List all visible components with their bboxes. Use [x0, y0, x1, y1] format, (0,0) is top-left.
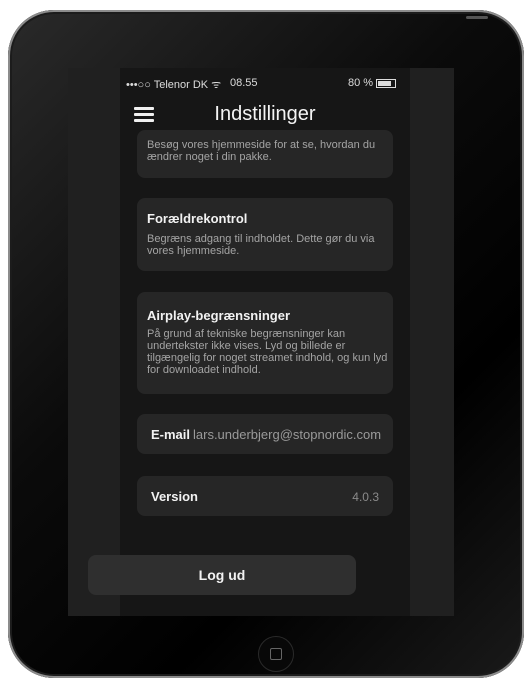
home-button-icon[interactable]	[258, 636, 294, 672]
airplay-restrictions-description: På grund af tekniske begrænsninger kan u…	[147, 328, 388, 376]
battery-percent: 80 %	[348, 77, 374, 89]
parental-control-description: Begræns adgang til indholdet. Dette gør …	[147, 233, 375, 257]
email-label: E-mail	[151, 427, 191, 442]
parental-control-card[interactable]: Forældrekontrol Begræns adgang til indho…	[137, 198, 393, 271]
home-square-icon	[270, 648, 282, 660]
clock: 08.55	[230, 77, 258, 89]
battery-icon	[376, 78, 397, 88]
logout-button[interactable]: Log ud	[88, 555, 356, 595]
status-bar: •••○○ Telenor DK ᯤ 08.55 80 %	[120, 74, 410, 92]
settings-app: •••○○ Telenor DK ᯤ 08.55 80 % Indstillin…	[120, 68, 410, 616]
ipad-screen: •••○○ Telenor DK ᯤ 08.55 80 % Indstillin…	[68, 68, 454, 616]
airplay-restrictions-heading: Airplay-begrænsninger	[147, 308, 291, 323]
version-row: Version 4.0.3	[137, 476, 393, 516]
version-value: 4.0.3	[352, 490, 379, 504]
page-title: Indstillinger	[214, 103, 316, 125]
airplay-restrictions-card: Airplay-begrænsninger På grund af teknis…	[137, 292, 393, 394]
version-label: Version	[151, 489, 198, 504]
package-info-card: Besøg vores hjemmeside for at se, hvorda…	[137, 130, 393, 178]
parental-control-heading: Forældrekontrol	[147, 211, 248, 226]
carrier-label: •••○○ Telenor DK ᯤ	[126, 79, 222, 91]
email-row: E-mail lars.underbjerg@stopnordic.com	[137, 414, 393, 454]
battery-status: 80 %	[348, 77, 397, 89]
sleep-button	[466, 16, 488, 19]
email-value: lars.underbjerg@stopnordic.com	[193, 427, 382, 442]
package-info-description: Besøg vores hjemmeside for at se, hvorda…	[147, 139, 376, 163]
